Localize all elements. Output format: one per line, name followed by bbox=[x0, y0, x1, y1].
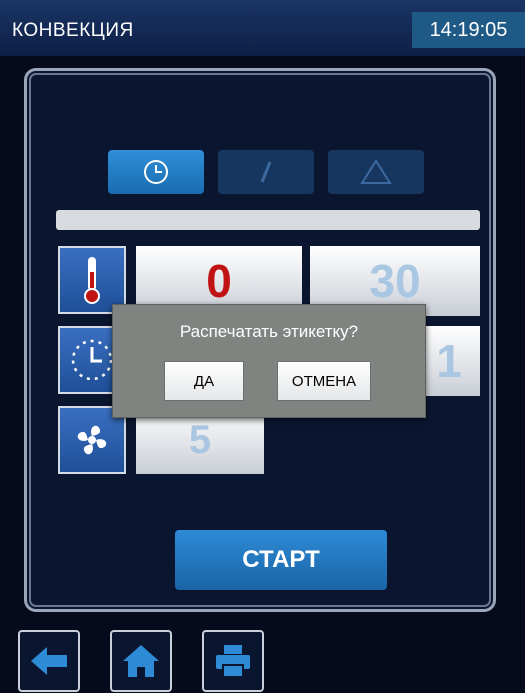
dialog-cancel-button[interactable]: ОТМЕНА bbox=[277, 361, 371, 401]
tab-probe-mode[interactable] bbox=[218, 150, 314, 194]
back-button[interactable] bbox=[18, 630, 80, 692]
back-arrow-icon bbox=[31, 647, 67, 675]
start-button[interactable]: СТАРТ bbox=[175, 530, 387, 590]
current-temperature-text: 0 bbox=[206, 255, 232, 307]
printer-icon bbox=[216, 645, 250, 678]
clock-display: 14:19:05 bbox=[412, 12, 525, 48]
set-time-value[interactable]: 1 bbox=[418, 326, 480, 396]
progress-bar bbox=[56, 210, 480, 230]
screen-title: КОНВЕКЦИЯ bbox=[12, 20, 134, 41]
home-icon bbox=[123, 645, 159, 677]
print-button[interactable] bbox=[202, 630, 264, 692]
delta-icon bbox=[360, 159, 392, 184]
title-bar: КОНВЕКЦИЯ 14:19:05 bbox=[0, 0, 525, 56]
fan-speed-text: 5 bbox=[188, 417, 212, 462]
clock-icon bbox=[144, 160, 168, 184]
tab-delta-mode[interactable] bbox=[328, 150, 424, 194]
tab-time-mode[interactable] bbox=[108, 150, 204, 194]
dialog-yes-button[interactable]: ДА bbox=[164, 361, 244, 401]
timer-icon bbox=[71, 339, 113, 381]
print-label-dialog: Распечатать этикетку? ДА ОТМЕНА bbox=[112, 304, 426, 418]
probe-icon bbox=[260, 161, 272, 183]
home-button[interactable] bbox=[110, 630, 172, 692]
set-time-text: 1 bbox=[436, 335, 462, 387]
fan-icon bbox=[77, 425, 107, 455]
set-temperature-text: 30 bbox=[369, 255, 421, 307]
dialog-message: Распечатать этикетку? bbox=[179, 322, 359, 341]
thermometer-icon bbox=[84, 257, 100, 304]
